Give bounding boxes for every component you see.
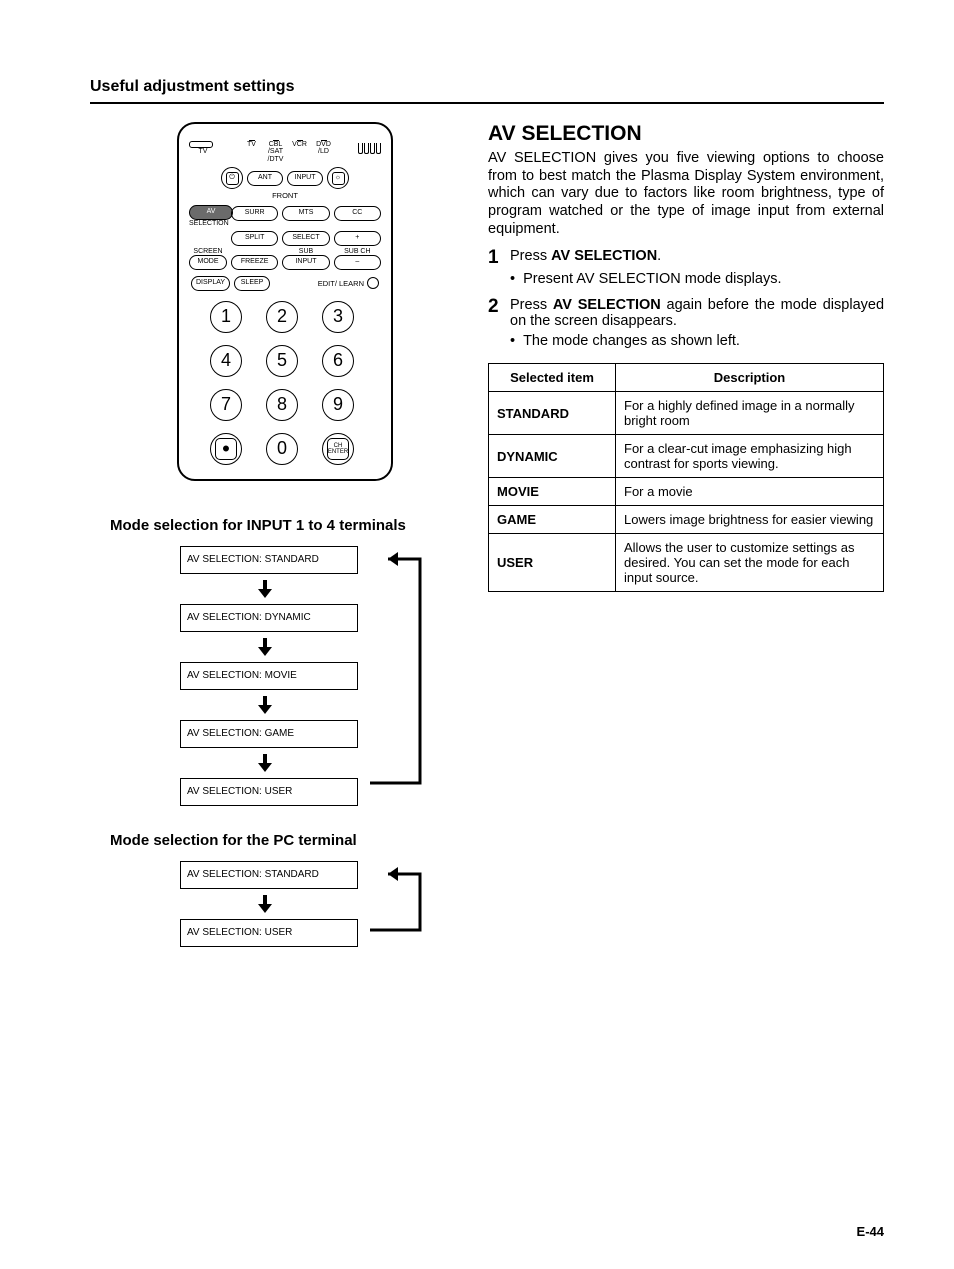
flow-box: AV SELECTION: USER xyxy=(180,778,358,806)
num-8: 8 xyxy=(266,389,298,421)
plus-button: + xyxy=(334,231,381,246)
mts-button: MTS xyxy=(282,206,329,221)
flow-pc-title: Mode selection for the PC terminal xyxy=(110,832,480,849)
dev-tv: TV xyxy=(242,141,262,148)
input2-button: INPUT xyxy=(282,255,329,270)
step-1: 1 Press AV SELECTION. xyxy=(488,248,884,267)
return-arrow-icon xyxy=(370,861,440,943)
av-desc: For a movie xyxy=(616,478,884,506)
input-button: INPUT xyxy=(287,171,323,186)
down-arrow-icon xyxy=(180,632,350,662)
num-5: 5 xyxy=(266,345,298,377)
flow-box: AV SELECTION: STANDARD xyxy=(180,861,358,889)
dev-dvd: DVD /LD xyxy=(314,141,334,156)
screen-label: SCREEN xyxy=(189,248,227,255)
step-2: 2 Press AV SELECTION again before the mo… xyxy=(488,297,884,329)
flow-pc: AV SELECTION: STANDARDAV SELECTION: USER xyxy=(180,861,440,943)
freeze-button: FREEZE xyxy=(231,255,278,270)
th-desc: Description xyxy=(616,364,884,392)
flow-box: AV SELECTION: GAME xyxy=(180,720,358,748)
table-row: GAMELowers image brightness for easier v… xyxy=(489,506,884,534)
num-7: 7 xyxy=(210,389,242,421)
remote-led xyxy=(189,141,213,148)
flow-box: AV SELECTION: STANDARD xyxy=(180,546,358,574)
table-row: MOVIEFor a movie xyxy=(489,478,884,506)
ant-button: ANT xyxy=(247,171,283,186)
flow-box: AV SELECTION: USER xyxy=(180,919,358,947)
step-2-bullet: The mode changes as shown left. xyxy=(510,333,884,349)
av-intro: AV SELECTION gives you five viewing opti… xyxy=(488,150,884,238)
light-icon: ☼ xyxy=(327,167,349,189)
av-desc: For a clear-cut image emphasizing high c… xyxy=(616,435,884,478)
av-desc: For a highly defined image in a normally… xyxy=(616,392,884,435)
display-button: DISPLAY xyxy=(191,276,230,291)
minus-button: – xyxy=(334,255,381,270)
select-button: SELECT xyxy=(282,231,329,246)
front-label: FRONT xyxy=(189,191,381,200)
num-4: 4 xyxy=(210,345,242,377)
down-arrow-icon xyxy=(180,748,350,778)
sleep-button: SLEEP xyxy=(234,276,270,291)
table-row: STANDARDFor a highly defined image in a … xyxy=(489,392,884,435)
remote-tv-under: TV xyxy=(189,148,217,155)
th-selected: Selected item xyxy=(489,364,616,392)
power-icon: ⏻ xyxy=(221,167,243,189)
remote-ir xyxy=(358,143,381,154)
av-item: GAME xyxy=(489,506,616,534)
num-1: 1 xyxy=(210,301,242,333)
av-table: Selected item Description STANDARDFor a … xyxy=(488,363,884,592)
dev-vcr: VCR xyxy=(290,141,310,148)
flow-box: AV SELECTION: MOVIE xyxy=(180,662,358,690)
step-1-bullet: Present AV SELECTION mode displays. xyxy=(510,271,884,287)
flow-box: AV SELECTION: DYNAMIC xyxy=(180,604,358,632)
split-button: SPLIT xyxy=(231,231,278,246)
av-selection-button: AV xyxy=(189,205,233,220)
num-9: 9 xyxy=(322,389,354,421)
down-arrow-icon xyxy=(180,889,350,919)
down-arrow-icon xyxy=(180,690,350,720)
cc-button: CC xyxy=(334,206,381,221)
ch-enter: CH ENTER xyxy=(322,433,354,465)
return-arrow-icon xyxy=(370,546,440,796)
av-desc: Allows the user to customize settings as… xyxy=(616,534,884,592)
num-3: 3 xyxy=(322,301,354,333)
down-arrow-icon xyxy=(180,574,350,604)
av-item: USER xyxy=(489,534,616,592)
av-title: AV SELECTION xyxy=(488,122,884,146)
av-item: STANDARD xyxy=(489,392,616,435)
num-0: 0 xyxy=(266,433,298,465)
table-row: USERAllows the user to customize setting… xyxy=(489,534,884,592)
header-rule xyxy=(90,102,884,104)
remote-illustration: TV TV CBL /SAT /DTV VCR DVD /LD ⏻ xyxy=(177,122,393,481)
av-item: DYNAMIC xyxy=(489,435,616,478)
sub-label: SUB xyxy=(282,248,329,255)
mode-button: MODE xyxy=(189,255,227,270)
dev-cbl: CBL /SAT /DTV xyxy=(266,141,286,163)
av-desc: Lowers image brightness for easier viewi… xyxy=(616,506,884,534)
edit-learn: EDIT/ LEARN xyxy=(318,277,379,289)
section-header: Useful adjustment settings xyxy=(90,78,884,96)
num-dot: • xyxy=(210,433,242,465)
flow-input: AV SELECTION: STANDARD AV SELECTION: DYNA… xyxy=(180,546,440,796)
num-2: 2 xyxy=(266,301,298,333)
num-6: 6 xyxy=(322,345,354,377)
subch-label: SUB CH xyxy=(334,248,381,255)
flow-input-title: Mode selection for INPUT 1 to 4 terminal… xyxy=(110,517,480,534)
av-selection-under: SELECTION xyxy=(189,220,227,227)
av-item: MOVIE xyxy=(489,478,616,506)
surr-button: SURR xyxy=(231,206,278,221)
page-number: E-44 xyxy=(857,1224,884,1239)
table-row: DYNAMICFor a clear-cut image emphasizing… xyxy=(489,435,884,478)
